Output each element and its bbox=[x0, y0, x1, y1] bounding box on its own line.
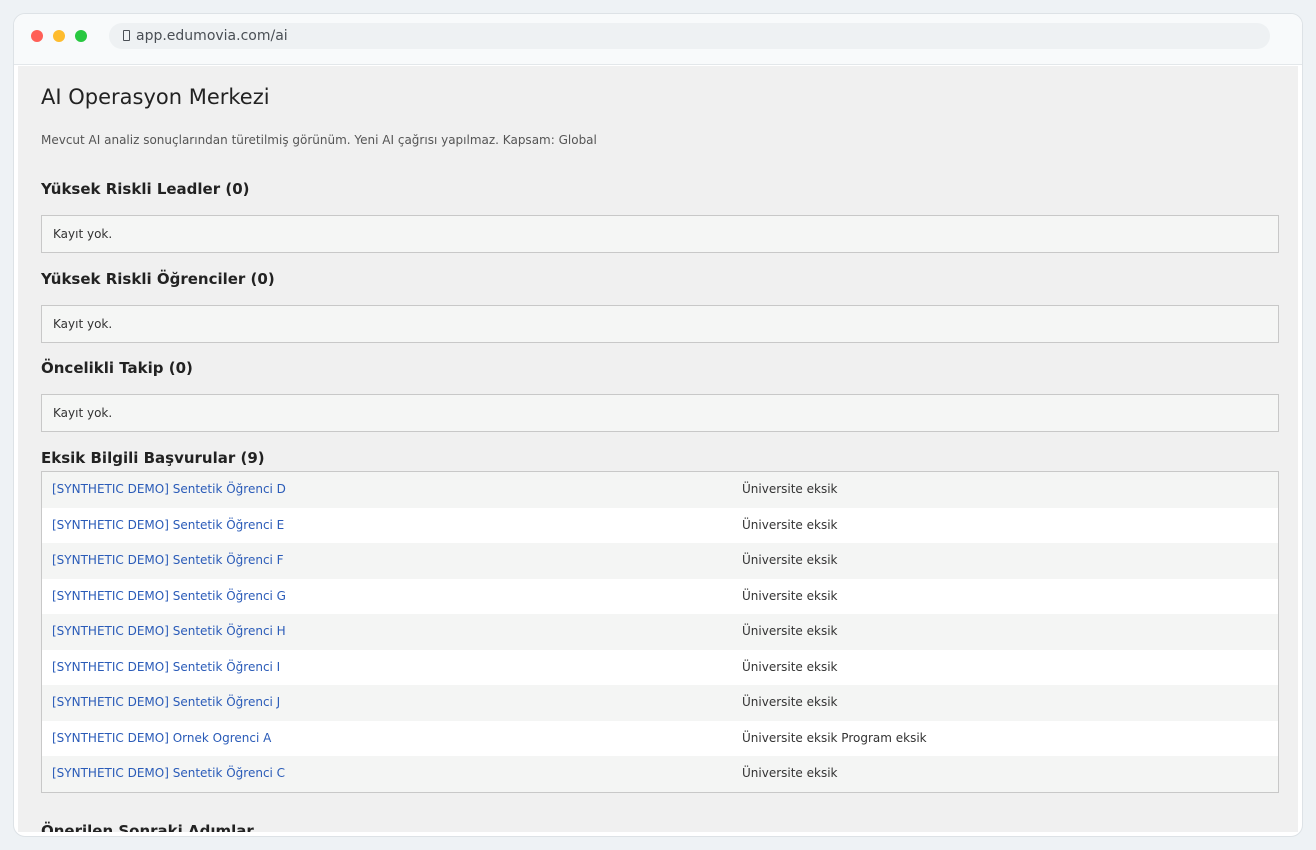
empty-state-high-risk-leads: Kayıt yok. bbox=[41, 215, 1279, 253]
missing-info-text: Üniversite eksik bbox=[742, 624, 838, 638]
applicant-link[interactable]: [SYNTHETIC DEMO] Sentetik Öğrenci E bbox=[52, 508, 284, 543]
close-window-button[interactable] bbox=[31, 30, 43, 42]
section-heading-high-risk-students: Yüksek Riskli Öğrenciler (0) bbox=[41, 270, 275, 288]
table-row: [SYNTHETIC DEMO] Sentetik Öğrenci F Üniv… bbox=[42, 543, 1278, 579]
table-row: [SYNTHETIC DEMO] Sentetik Öğrenci H Üniv… bbox=[42, 614, 1278, 650]
applicant-link[interactable]: [SYNTHETIC DEMO] Sentetik Öğrenci J bbox=[52, 685, 280, 720]
page-subtitle: Mevcut AI analiz sonuçlarından türetilmi… bbox=[41, 133, 597, 147]
table-row: [SYNTHETIC DEMO] Sentetik Öğrenci G Üniv… bbox=[42, 578, 1278, 614]
applicant-link[interactable]: [SYNTHETIC DEMO] Sentetik Öğrenci G bbox=[52, 579, 286, 614]
applicant-link[interactable]: [SYNTHETIC DEMO] Sentetik Öğrenci D bbox=[52, 472, 286, 507]
missing-info-text: Üniversite eksik bbox=[742, 553, 838, 567]
table-row: [SYNTHETIC DEMO] Sentetik Öğrenci C Üniv… bbox=[42, 756, 1278, 792]
page-content[interactable]: AI Operasyon Merkezi Mevcut AI analiz so… bbox=[18, 66, 1298, 832]
applicant-link[interactable]: [SYNTHETIC DEMO] Ornek Ogrenci A bbox=[52, 721, 271, 756]
table-row: [SYNTHETIC DEMO] Sentetik Öğrenci D Üniv… bbox=[42, 472, 1278, 508]
applicant-link[interactable]: [SYNTHETIC DEMO] Sentetik Öğrenci I bbox=[52, 650, 280, 685]
missing-info-text: Üniversite eksik bbox=[742, 588, 838, 603]
section-heading-incomplete-applications: Eksik Bilgili Başvurular (9) bbox=[41, 449, 265, 467]
browser-window: app.edumovia.com/ai AI Operasyon Merkezi… bbox=[13, 13, 1303, 837]
address-bar[interactable]: app.edumovia.com/ai bbox=[109, 23, 1270, 49]
missing-info-text: Üniversite eksik bbox=[742, 482, 838, 496]
section-heading-next-steps: Önerilen Sonraki Adımlar bbox=[41, 822, 254, 832]
lock-icon bbox=[123, 30, 130, 41]
empty-state-priority-followup: Kayıt yok. bbox=[41, 394, 1279, 432]
section-heading-high-risk-leads: Yüksek Riskli Leadler (0) bbox=[41, 180, 250, 198]
table-row: [SYNTHETIC DEMO] Ornek Ogrenci A Ünivers… bbox=[42, 720, 1278, 756]
address-bar-url: app.edumovia.com/ai bbox=[136, 28, 288, 44]
missing-info-text: Üniversite eksik bbox=[742, 659, 838, 674]
browser-titlebar: app.edumovia.com/ai bbox=[14, 14, 1302, 65]
table-row: [SYNTHETIC DEMO] Sentetik Öğrenci J Üniv… bbox=[42, 685, 1278, 721]
missing-info-text: Üniversite eksik bbox=[742, 766, 838, 780]
empty-state-high-risk-students: Kayıt yok. bbox=[41, 305, 1279, 343]
applicant-link[interactable]: [SYNTHETIC DEMO] Sentetik Öğrenci H bbox=[52, 614, 286, 649]
minimize-window-button[interactable] bbox=[53, 30, 65, 42]
maximize-window-button[interactable] bbox=[75, 30, 87, 42]
table-row: [SYNTHETIC DEMO] Sentetik Öğrenci E Üniv… bbox=[42, 507, 1278, 543]
table-row: [SYNTHETIC DEMO] Sentetik Öğrenci I Üniv… bbox=[42, 649, 1278, 685]
incomplete-applications-table: [SYNTHETIC DEMO] Sentetik Öğrenci D Üniv… bbox=[41, 471, 1279, 793]
page-title: AI Operasyon Merkezi bbox=[41, 85, 270, 109]
section-heading-priority-followup: Öncelikli Takip (0) bbox=[41, 359, 193, 377]
missing-info-text: Üniversite eksik bbox=[742, 695, 838, 709]
applicant-link[interactable]: [SYNTHETIC DEMO] Sentetik Öğrenci F bbox=[52, 543, 284, 578]
missing-info-text: Üniversite eksik Program eksik bbox=[742, 730, 927, 745]
missing-info-text: Üniversite eksik bbox=[742, 517, 838, 532]
applicant-link[interactable]: [SYNTHETIC DEMO] Sentetik Öğrenci C bbox=[52, 756, 285, 791]
